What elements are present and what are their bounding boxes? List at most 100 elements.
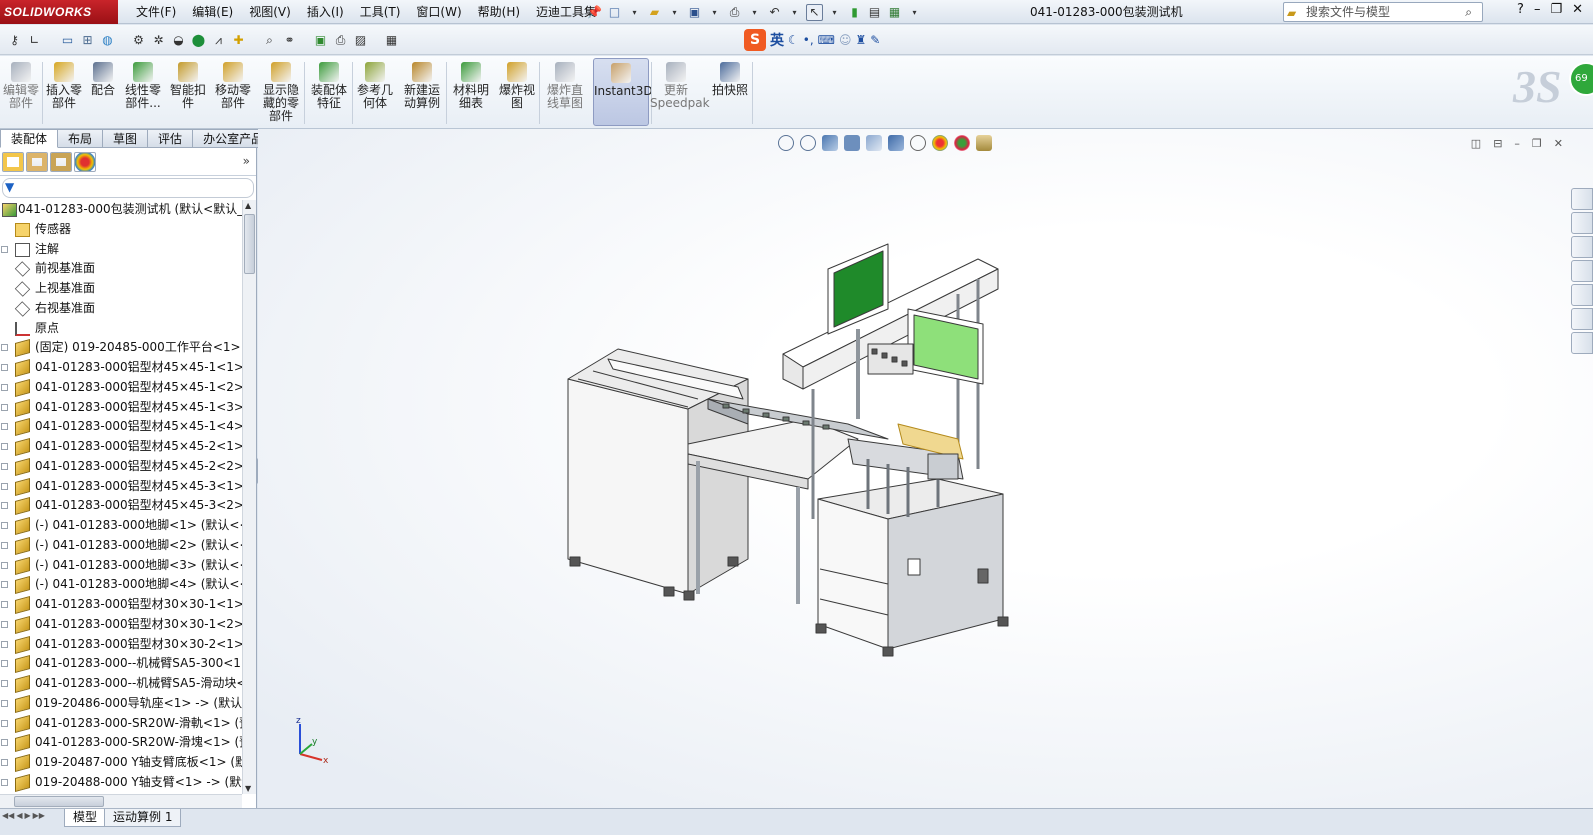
expand-toggle-icon[interactable]: [1, 680, 8, 687]
export-icon[interactable]: ▣: [312, 32, 329, 49]
new-document-icon[interactable]: □: [606, 4, 623, 21]
expand-toggle-icon[interactable]: [1, 423, 8, 431]
tree-item[interactable]: (-) 041-01283-000地脚<4> (默认<<默: [0, 575, 242, 595]
spring-icon[interactable]: ⩘: [210, 32, 227, 49]
file-properties-icon[interactable]: ▤: [866, 4, 883, 21]
network-icon[interactable]: ⊞: [79, 32, 96, 49]
split-horizontal-icon[interactable]: ◫: [1471, 137, 1481, 150]
tree-item[interactable]: 041-01283-000铝型材45×45-1<4> (默: [0, 417, 242, 437]
key-icon[interactable]: ⚷: [6, 32, 23, 49]
tree-filter[interactable]: ▼: [2, 178, 254, 198]
minimize-icon[interactable]: –: [1534, 2, 1541, 17]
horizontal-scroll-thumb[interactable]: [14, 796, 104, 807]
monitor-icon[interactable]: ▭: [59, 32, 76, 49]
tree-item[interactable]: 019-20486-000导轨座<1> -> (默认<: [0, 694, 242, 714]
bowl-icon[interactable]: ◒: [170, 32, 187, 49]
ribbon-button[interactable]: 更新 Speedpak: [650, 58, 710, 126]
ribbon-button[interactable]: 材料明 细表: [450, 58, 492, 126]
tree-item[interactable]: 041-01283-000-SR20W-滑塊<1> (预: [0, 733, 242, 753]
globe-icon[interactable]: ◍: [99, 32, 116, 49]
zoom-to-fit-icon[interactable]: [778, 135, 794, 151]
expand-toggle-icon[interactable]: [1, 403, 8, 411]
tree-item[interactable]: 注解: [0, 240, 242, 260]
expand-toggle-icon[interactable]: [1, 522, 8, 529]
help-icon[interactable]: ?: [1517, 2, 1524, 17]
ribbon-button[interactable]: 智能扣 件: [168, 58, 208, 126]
restore-icon[interactable]: ❐: [1550, 2, 1562, 17]
expand-toggle-icon[interactable]: [1, 699, 8, 707]
undo-icon[interactable]: ↶: [766, 4, 783, 21]
viewport-minimize-icon[interactable]: –: [1514, 137, 1520, 150]
expand-toggle-icon[interactable]: [1, 620, 8, 628]
keyboard-icon[interactable]: ⌨: [818, 33, 835, 47]
ribbon-button[interactable]: 编辑零 部件: [2, 58, 40, 126]
dropdown-arrow-icon[interactable]: ▾: [666, 4, 683, 21]
expand-toggle-icon[interactable]: [1, 778, 8, 786]
tree-item[interactable]: 019-20487-000 Y轴支臂底板<1> (默认: [0, 753, 242, 773]
tab-motion-study[interactable]: 运动算例 1: [104, 809, 182, 827]
menu-item[interactable]: 窗口(W): [408, 0, 469, 24]
viewport-close-icon[interactable]: ✕: [1554, 137, 1563, 150]
view-palette-icon[interactable]: [1571, 284, 1593, 306]
angle-icon[interactable]: ∟: [26, 32, 43, 49]
tree-item[interactable]: 041-01283-000铝型材45×45-2<1> (默: [0, 437, 242, 457]
options-icon[interactable]: ▦: [886, 4, 903, 21]
ribbon-button[interactable]: 拍快照: [710, 58, 750, 126]
map-pin-icon[interactable]: ⬤: [190, 32, 207, 49]
expand-toggle-icon[interactable]: [1, 443, 8, 450]
zoom-area-icon[interactable]: [800, 135, 816, 151]
save-icon[interactable]: ▣: [686, 4, 703, 21]
tree-vertical-scrollbar[interactable]: ▲ ▼: [242, 200, 256, 794]
scroll-thumb[interactable]: [244, 214, 255, 274]
ribbon-button[interactable]: 线性零 部件...: [122, 58, 164, 126]
dropdown-arrow-icon[interactable]: ▾: [746, 4, 763, 21]
scroll-down-icon[interactable]: ▼: [245, 784, 251, 793]
ribbon-button[interactable]: 配合: [88, 58, 118, 126]
tree-item[interactable]: 041-01283-000铝型材45×45-1<1> (默: [0, 358, 242, 378]
hide-show-icon[interactable]: [910, 135, 926, 151]
rebuild-icon[interactable]: ▮: [846, 4, 863, 21]
tab-model[interactable]: 模型: [64, 809, 107, 827]
expand-toggle-icon[interactable]: [1, 561, 8, 569]
punctuation-icon[interactable]: •,: [803, 33, 814, 47]
tree-item[interactable]: 041-01283-000铝型材45×45-3<1> (默: [0, 477, 242, 497]
tree-item[interactable]: 019-20488-000 Y轴支臂<1> -> (默认: [0, 773, 242, 793]
tree-item[interactable]: 041-01283-000铝型材30×30-1<1> (默: [0, 595, 242, 615]
expand-toggle-icon[interactable]: [1, 383, 8, 391]
expand-toggle-icon[interactable]: [1, 482, 8, 490]
ribbon-button[interactable]: 新建运 动算例: [400, 58, 444, 126]
assembly-3d-model[interactable]: [558, 239, 1018, 679]
design-library-icon[interactable]: [1571, 236, 1593, 258]
tree-item[interactable]: (-) 041-01283-000地脚<1> (默认<<默: [0, 516, 242, 536]
gear-icon[interactable]: ✲: [150, 32, 167, 49]
tree-item[interactable]: 041-01283-000铝型材45×45-3<2> (默: [0, 496, 242, 516]
binoculars-icon[interactable]: ⚭: [281, 32, 298, 49]
previous-view-icon[interactable]: [822, 135, 838, 151]
scene-icon[interactable]: [954, 135, 970, 151]
view-orientation-icon[interactable]: [866, 135, 882, 151]
image-icon[interactable]: ▨: [352, 32, 369, 49]
expand-toggle-icon[interactable]: [1, 719, 8, 727]
tab-2[interactable]: 草图: [103, 129, 149, 148]
ribbon-button[interactable]: 参考几 何体: [354, 58, 396, 126]
expand-toggle-icon[interactable]: [1, 245, 8, 253]
pin-icon[interactable]: 📌: [586, 4, 603, 21]
expand-toggle-icon[interactable]: [1, 660, 8, 668]
first-tab-icon[interactable]: ◀◀: [2, 811, 14, 820]
tree-item[interactable]: 041-01283-000铝型材45×45-1<3> (默: [0, 398, 242, 418]
zoom-icon[interactable]: ⌕: [261, 32, 278, 49]
shirt-icon[interactable]: ♜: [856, 33, 867, 47]
prev-tab-icon[interactable]: ◀: [16, 811, 22, 820]
ribbon-button[interactable]: 爆炸视 图: [497, 58, 537, 126]
menu-item[interactable]: 插入(I): [299, 0, 352, 24]
ribbon-button[interactable]: 插入零 部件: [44, 58, 84, 126]
last-tab-icon[interactable]: ▶▶: [33, 811, 45, 820]
close-icon[interactable]: ✕: [1572, 2, 1583, 17]
ribbon-button[interactable]: 爆炸直 线草图: [542, 58, 588, 126]
dropdown-arrow-icon[interactable]: ▾: [786, 4, 803, 21]
dropdown-arrow-icon[interactable]: ▾: [706, 4, 723, 21]
open-folder-icon[interactable]: ▰: [646, 4, 663, 21]
ribbon-button[interactable]: 移动零 部件: [212, 58, 254, 126]
tree-item[interactable]: 041-01283-000--机械臂SA5-滑动块<1: [0, 674, 242, 694]
edit-appearance-icon[interactable]: [932, 135, 948, 151]
